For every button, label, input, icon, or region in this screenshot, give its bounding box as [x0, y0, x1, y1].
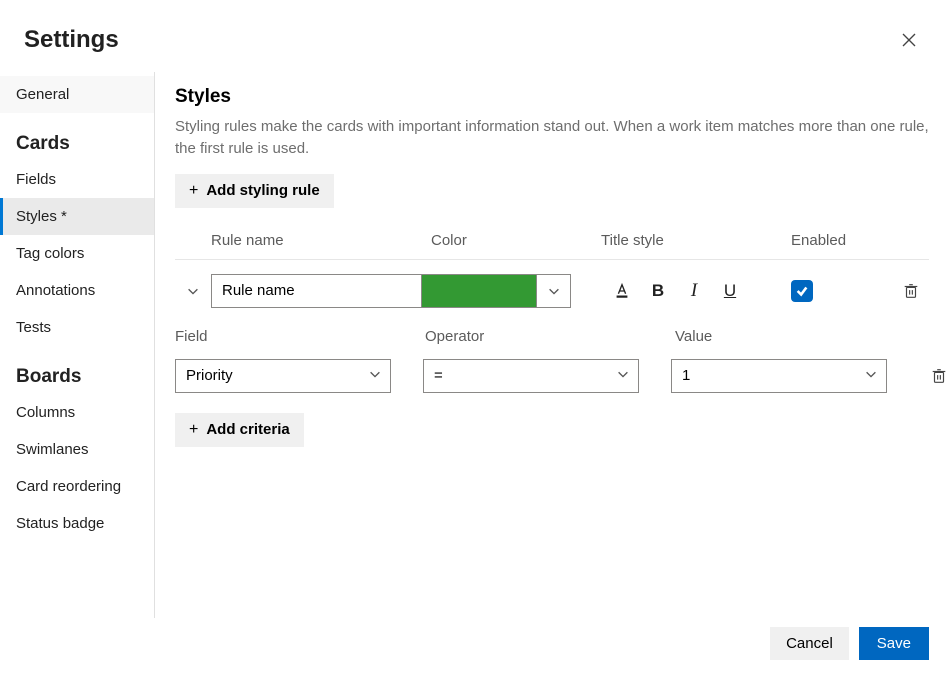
- trash-icon: [902, 282, 920, 300]
- color-dropdown-arrow[interactable]: [536, 275, 570, 307]
- page-heading: Styles: [175, 86, 929, 108]
- sidebar-item-tag-colors[interactable]: Tag colors: [0, 235, 154, 272]
- italic-button[interactable]: I: [683, 280, 705, 302]
- sidebar-item-columns[interactable]: Columns: [0, 394, 154, 431]
- page-description: Styling rules make the cards with import…: [175, 116, 929, 160]
- criteria-value-value: 1: [682, 367, 690, 384]
- expand-rule-toggle[interactable]: [175, 284, 211, 298]
- enabled-checkbox[interactable]: [791, 280, 813, 302]
- sidebar-item-annotations[interactable]: Annotations: [0, 272, 154, 309]
- close-button[interactable]: [893, 24, 925, 56]
- sidebar-item-status-badge[interactable]: Status badge: [0, 505, 154, 542]
- chevron-down-icon: [864, 367, 878, 385]
- font-color-icon: [613, 282, 631, 300]
- save-button[interactable]: Save: [859, 627, 929, 660]
- cancel-button[interactable]: Cancel: [770, 627, 849, 660]
- add-styling-rule-label: Add styling rule: [206, 182, 319, 199]
- sidebar-group-cards: Cards: [0, 113, 154, 161]
- plus-icon: +: [189, 421, 198, 439]
- plus-icon: +: [189, 182, 198, 200]
- criteria-operator-value: =: [434, 367, 443, 384]
- sidebar-item-styles[interactable]: Styles *: [0, 198, 154, 235]
- add-styling-rule-button[interactable]: + Add styling rule: [175, 174, 334, 208]
- col-enabled: Enabled: [791, 232, 891, 249]
- font-color-button[interactable]: [611, 282, 633, 300]
- color-swatch: [422, 275, 536, 307]
- col-title-style: Title style: [601, 232, 791, 249]
- criteria-value-select[interactable]: 1: [671, 359, 887, 393]
- chevron-down-icon: [186, 284, 200, 298]
- sidebar-item-swimlanes[interactable]: Swimlanes: [0, 431, 154, 468]
- sidebar-group-boards: Boards: [0, 346, 154, 394]
- rule-color-picker[interactable]: [421, 274, 571, 308]
- col-rule-name: Rule name: [211, 232, 431, 249]
- criteria-operator-select[interactable]: =: [423, 359, 639, 393]
- sidebar-item-general[interactable]: General: [0, 76, 154, 113]
- chevron-down-icon: [547, 284, 561, 298]
- bold-button[interactable]: B: [647, 281, 669, 301]
- sidebar-item-fields[interactable]: Fields: [0, 161, 154, 198]
- sidebar-item-tests[interactable]: Tests: [0, 309, 154, 346]
- settings-main: Styles Styling rules make the cards with…: [155, 72, 949, 618]
- col-value: Value: [675, 328, 925, 345]
- close-icon: [901, 32, 917, 48]
- delete-rule-button[interactable]: [891, 282, 931, 300]
- delete-criteria-button[interactable]: [919, 367, 949, 385]
- col-color: Color: [431, 232, 601, 249]
- settings-sidebar: General Cards Fields Styles * Tag colors…: [0, 72, 155, 618]
- chevron-down-icon: [616, 367, 630, 385]
- chevron-down-icon: [368, 367, 382, 385]
- col-field: Field: [175, 328, 425, 345]
- col-operator: Operator: [425, 328, 675, 345]
- dialog-title: Settings: [24, 26, 119, 54]
- criteria-field-value: Priority: [186, 367, 233, 384]
- underline-button[interactable]: U: [719, 281, 741, 301]
- add-criteria-label: Add criteria: [206, 421, 289, 438]
- trash-icon: [930, 367, 948, 385]
- criteria-field-select[interactable]: Priority: [175, 359, 391, 393]
- rule-name-input[interactable]: [211, 274, 421, 308]
- check-icon: [795, 284, 809, 298]
- sidebar-item-card-reordering[interactable]: Card reordering: [0, 468, 154, 505]
- add-criteria-button[interactable]: + Add criteria: [175, 413, 304, 447]
